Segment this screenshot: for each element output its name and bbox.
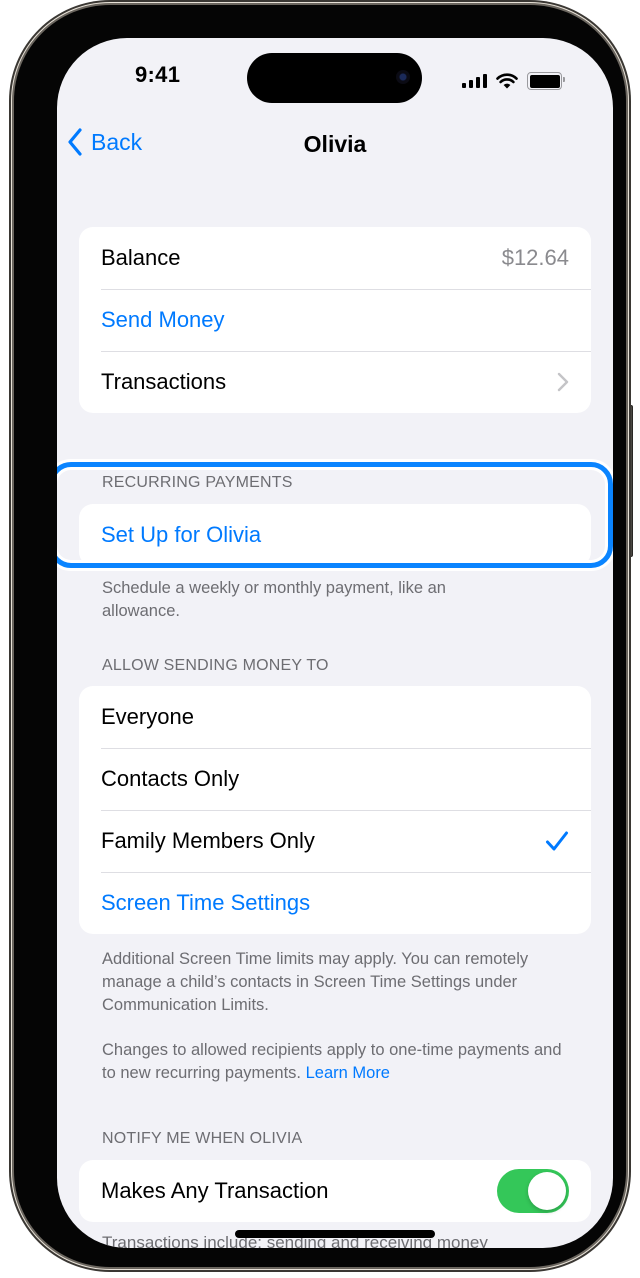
status-time: 9:41 bbox=[135, 62, 181, 87]
set-up-label: Set Up for Olivia bbox=[101, 522, 262, 547]
option-label: Contacts Only bbox=[101, 766, 240, 791]
screen: 9:41 Back Olivia Balance $12.64 Send Mon… bbox=[57, 38, 613, 1248]
screen-time-settings-label: Screen Time Settings bbox=[101, 890, 311, 915]
cellular-signal-icon bbox=[462, 74, 487, 88]
wifi-icon bbox=[496, 73, 518, 89]
option-label: Family Members Only bbox=[101, 828, 315, 853]
phone-frame: 9:41 Back Olivia Balance $12.64 Send Mon… bbox=[14, 5, 626, 1267]
option-contacts-only[interactable]: Contacts Only bbox=[79, 748, 591, 810]
toggle-knob bbox=[528, 1172, 566, 1210]
recipients-footer: Changes to allowed recipients apply to o… bbox=[102, 1039, 572, 1085]
option-everyone[interactable]: Everyone bbox=[79, 686, 591, 748]
recurring-payments-header: RECURRING PAYMENTS bbox=[102, 474, 293, 491]
page-title: Olivia bbox=[303, 131, 367, 157]
front-camera-icon bbox=[396, 70, 410, 84]
allow-sending-group: Everyone Contacts Only Family Members On… bbox=[79, 686, 591, 934]
side-power-button[interactable] bbox=[625, 405, 633, 557]
checkmark-icon bbox=[546, 831, 568, 851]
send-money-label: Send Money bbox=[101, 307, 225, 332]
chevron-right-icon bbox=[557, 372, 569, 392]
screen-time-settings-button[interactable]: Screen Time Settings bbox=[79, 872, 591, 934]
learn-more-link[interactable]: Learn More bbox=[306, 1064, 390, 1082]
makes-any-transaction-row: Makes Any Transaction bbox=[79, 1160, 591, 1222]
send-money-button[interactable]: Send Money bbox=[79, 289, 591, 351]
balance-row: Balance $12.64 bbox=[79, 227, 591, 289]
home-indicator[interactable] bbox=[235, 1230, 435, 1238]
option-family-members-only[interactable]: Family Members Only bbox=[79, 810, 591, 872]
allow-sending-header: ALLOW SENDING MONEY TO bbox=[102, 657, 329, 674]
makes-any-transaction-label: Makes Any Transaction bbox=[101, 1178, 329, 1203]
transactions-label: Transactions bbox=[101, 369, 227, 394]
set-up-recurring-button[interactable]: Set Up for Olivia bbox=[79, 504, 591, 566]
transactions-row[interactable]: Transactions bbox=[79, 351, 591, 413]
battery-icon bbox=[527, 72, 565, 90]
recurring-footer: Schedule a weekly or monthly payment, li… bbox=[102, 579, 446, 620]
option-label: Everyone bbox=[101, 704, 194, 729]
dynamic-island bbox=[247, 53, 422, 103]
recurring-group: Set Up for Olivia bbox=[79, 504, 591, 566]
notify-header: NOTIFY ME WHEN OLIVIA bbox=[102, 1130, 303, 1147]
screen-time-footer: Additional Screen Time limits may apply.… bbox=[102, 950, 529, 1014]
notify-group: Makes Any Transaction bbox=[79, 1160, 591, 1222]
balance-label: Balance bbox=[101, 245, 181, 270]
makes-any-transaction-toggle[interactable] bbox=[497, 1169, 569, 1213]
status-icons bbox=[462, 72, 565, 90]
balance-value: $12.64 bbox=[501, 245, 569, 270]
account-group: Balance $12.64 Send Money Transactions bbox=[79, 227, 591, 413]
